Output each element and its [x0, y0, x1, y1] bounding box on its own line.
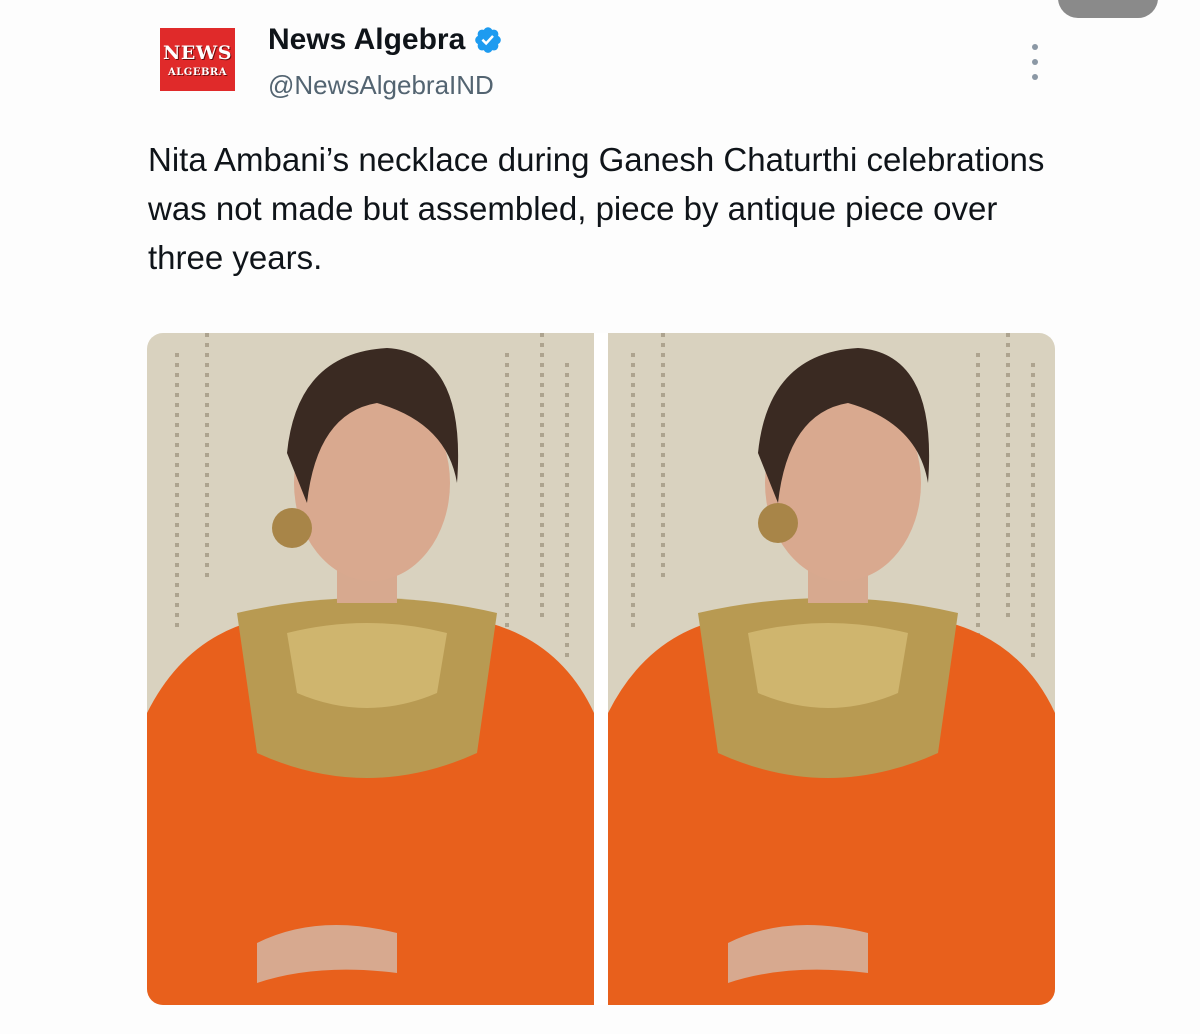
tweet-text: Nita Ambani’s necklace during Ganesh Cha…	[148, 141, 1045, 276]
more-dot	[1032, 59, 1038, 65]
user-handle[interactable]: @NewsAlgebraIND	[268, 70, 494, 101]
author-row: News Algebra	[268, 20, 503, 60]
media-grid	[147, 333, 1055, 1005]
profile-avatar-logo[interactable]: NEWS ALGEBRA	[160, 28, 235, 91]
logo-text-news: NEWS	[163, 41, 232, 64]
media-photo-left[interactable]	[147, 333, 594, 1005]
more-options-icon[interactable]	[1022, 42, 1048, 82]
verified-badge-icon[interactable]	[473, 25, 503, 55]
top-overlay-pill	[1058, 0, 1158, 18]
media-photo-right[interactable]	[608, 333, 1055, 1005]
more-dot	[1032, 74, 1038, 80]
tweet-screenshot: NEWS ALGEBRA News Algebra @NewsAlgebraIN…	[0, 0, 1200, 1034]
more-dot	[1032, 44, 1038, 50]
logo-text-algebra: ALGEBRA	[168, 66, 227, 78]
display-name[interactable]: News Algebra	[268, 23, 465, 57]
